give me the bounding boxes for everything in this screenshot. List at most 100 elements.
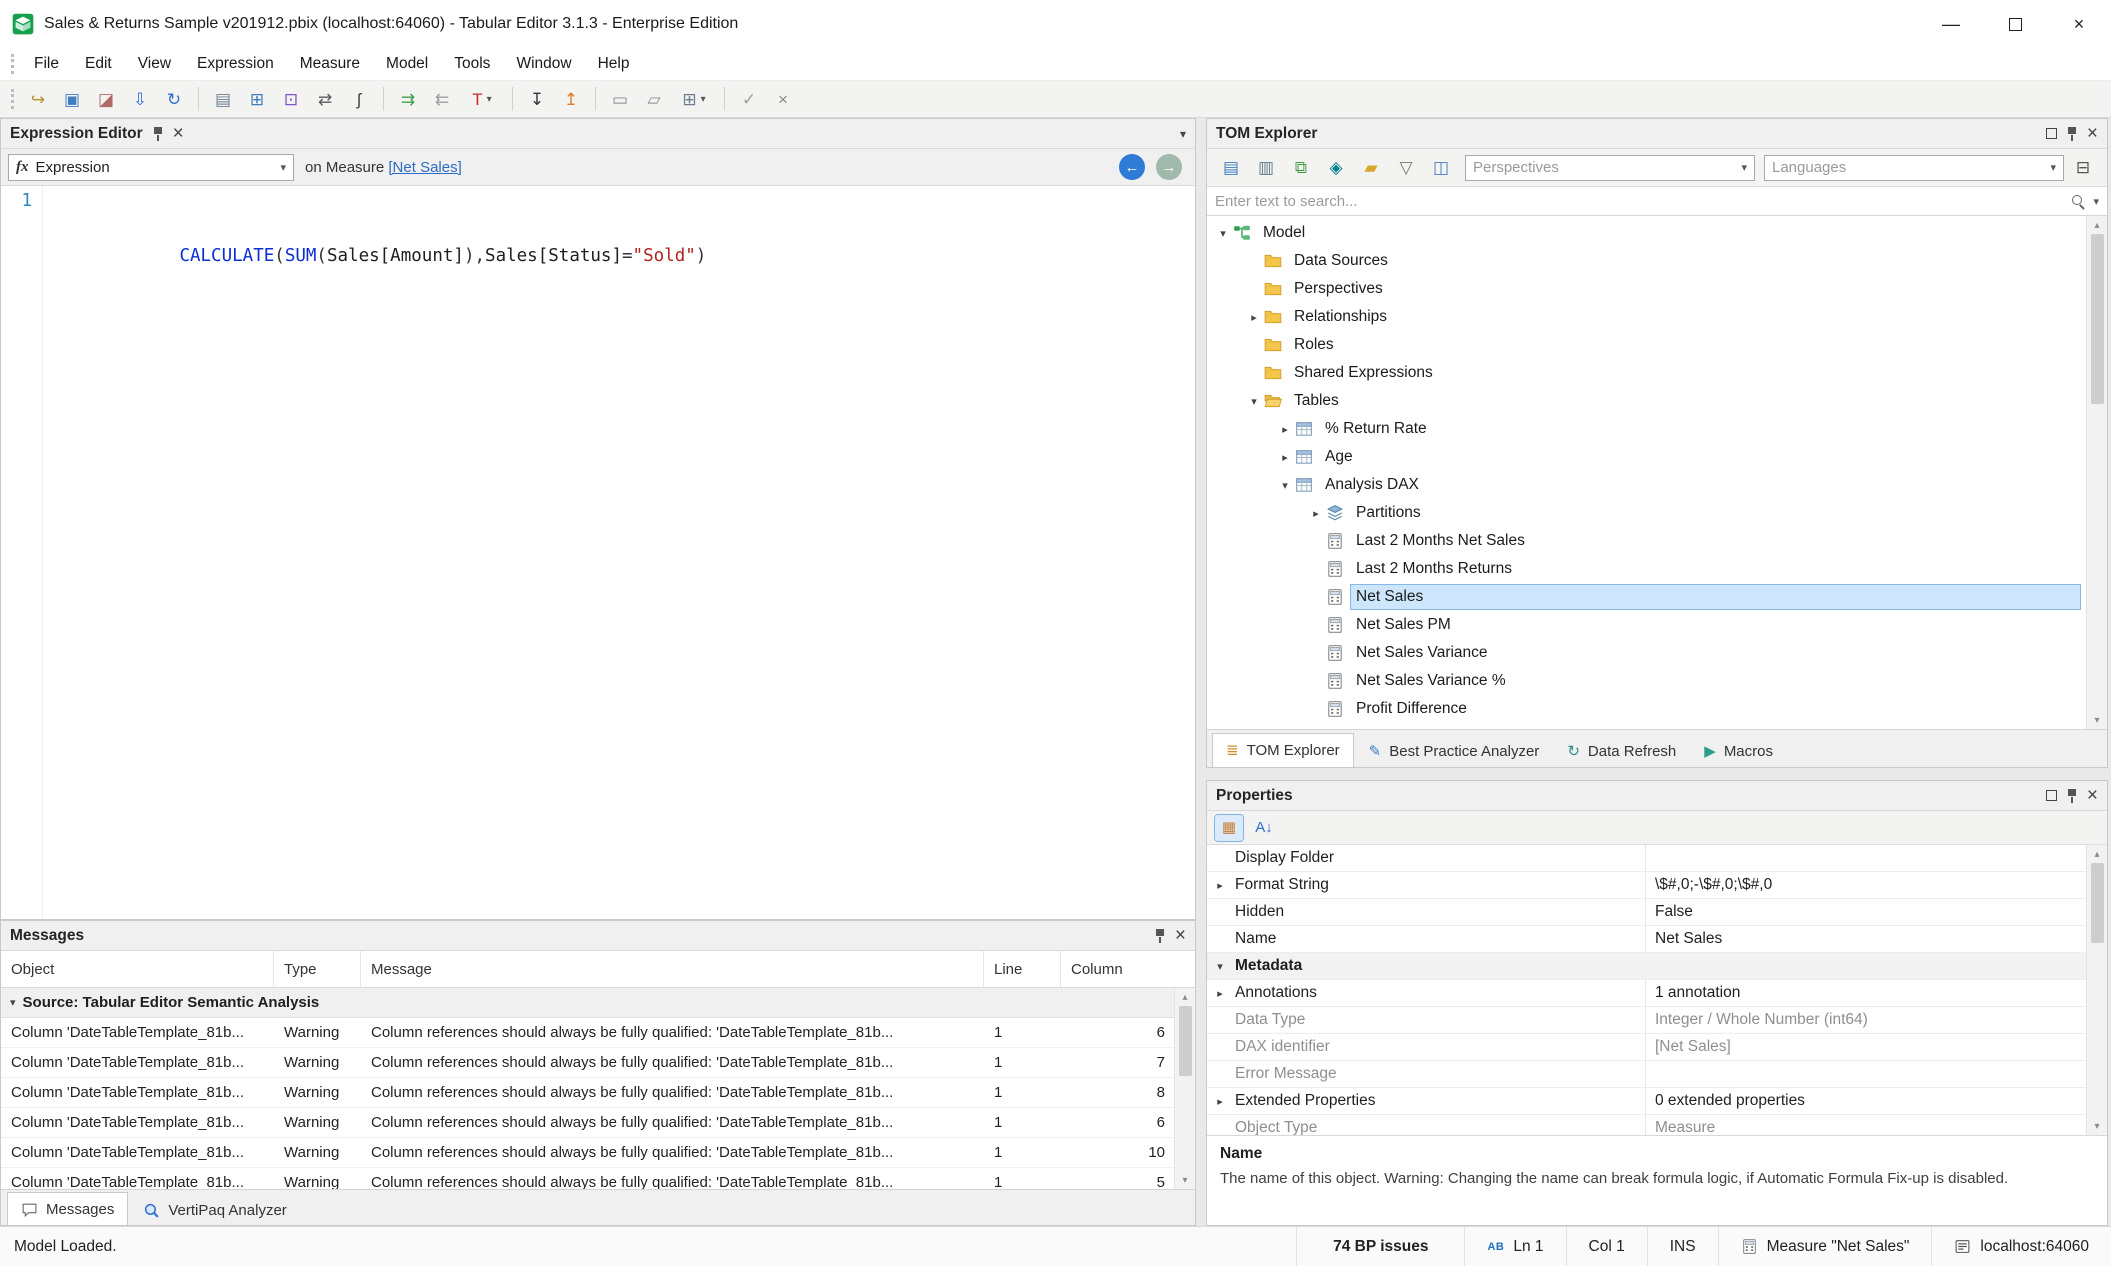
tree-item-model[interactable]: ▾ Model — [1207, 219, 2107, 247]
perspectives-combo[interactable]: Perspectives ▾ — [1465, 155, 1755, 181]
close-button[interactable]: × — [2047, 0, 2111, 48]
message-row[interactable]: Column 'DateTableTemplate_81b... Warning… — [1, 1168, 1195, 1189]
tree-expander-icon[interactable]: ▸ — [1306, 507, 1326, 520]
pin-icon[interactable] — [2066, 788, 2078, 803]
property-value[interactable] — [1646, 953, 2107, 979]
menu-item-model[interactable]: Model — [373, 48, 441, 80]
export-properties-icon[interactable]: ↥ — [555, 84, 587, 114]
dax-code-editor[interactable]: 1 CALCULATE(SUM(Sales[Amount]),Sales[Sta… — [1, 186, 1195, 919]
tree-expander-icon[interactable]: ▸ — [1275, 423, 1295, 436]
property-row[interactable]: Display Folder — [1207, 845, 2107, 872]
column-header-type[interactable]: Type — [274, 951, 361, 987]
script-view-icon[interactable]: ▥ — [1250, 154, 1282, 182]
navigate-forward-button[interactable]: → — [1156, 154, 1182, 180]
scroll-down-icon[interactable]: ▾ — [2094, 1117, 2099, 1135]
property-row[interactable]: Object Type Measure — [1207, 1115, 2107, 1136]
tree-item-return-rate[interactable]: ▸ % Return Rate — [1207, 415, 2107, 443]
message-row[interactable]: Column 'DateTableTemplate_81b... Warning… — [1, 1138, 1195, 1168]
tree-item-tables[interactable]: ▾ Tables — [1207, 387, 2107, 415]
scrollbar-thumb[interactable] — [2091, 863, 2104, 943]
columns-view-icon[interactable]: ◫ — [1425, 154, 1457, 182]
filter-icon[interactable]: ▽ — [1390, 154, 1422, 182]
clear-cache-icon[interactable]: ◪ — [90, 84, 122, 114]
tree-item-net-sales-variance-pct[interactable]: Net Sales Variance % — [1207, 667, 2107, 695]
property-row[interactable]: ▸ Annotations 1 annotation — [1207, 980, 2107, 1007]
property-row[interactable]: ▸ Format String \$#,0;-\$#,0;\$#,0 — [1207, 872, 2107, 899]
scroll-down-icon[interactable]: ▾ — [1182, 1171, 1187, 1189]
properties-scrollbar[interactable]: ▴ ▾ — [2086, 845, 2107, 1135]
categorized-icon[interactable]: ▦ — [1215, 815, 1243, 841]
object-browser-icon[interactable]: ⊟ — [2067, 154, 2099, 182]
property-row[interactable]: Hidden False — [1207, 899, 2107, 926]
measures-view-icon[interactable]: ▤ — [1215, 154, 1247, 182]
tree-item-net-sales-pm[interactable]: Net Sales PM — [1207, 611, 2107, 639]
message-row[interactable]: Column 'DateTableTemplate_81b... Warning… — [1, 1048, 1195, 1078]
tree-item-net-sales-variance[interactable]: Net Sales Variance — [1207, 639, 2107, 667]
tree-expander-icon[interactable]: ▾ — [1244, 395, 1264, 408]
bp-issues-badge[interactable]: 74 BP issues — [1296, 1227, 1464, 1266]
tab-messages[interactable]: Messages — [7, 1192, 128, 1225]
tree-item-last-2-months-returns[interactable]: Last 2 Months Returns — [1207, 555, 2107, 583]
open-file-icon[interactable]: ↪ — [22, 84, 54, 114]
column-header-message[interactable]: Message — [361, 951, 984, 987]
expand-chevron-icon[interactable]: ▸ — [1217, 879, 1223, 892]
message-group-row[interactable]: ▾ Source: Tabular Editor Semantic Analys… — [1, 988, 1195, 1018]
tab-macros[interactable]: ▶ Macros — [1691, 736, 1786, 767]
maximize-button[interactable] — [1983, 0, 2047, 48]
expand-chevron-icon[interactable]: ▸ — [1217, 1095, 1223, 1108]
search-icon[interactable] — [2072, 195, 2085, 208]
refresh-icon[interactable]: ↻ — [158, 84, 190, 114]
indent-icon[interactable]: ⇉ — [392, 84, 424, 114]
tree-item-partitions[interactable]: ▸ Partitions — [1207, 499, 2107, 527]
scroll-up-icon[interactable]: ▴ — [1182, 988, 1187, 1006]
property-row[interactable]: Name Net Sales — [1207, 926, 2107, 953]
pin-icon[interactable] — [2066, 126, 2078, 141]
screenshot-icon[interactable]: ▭ — [604, 84, 636, 114]
tree-scrollbar[interactable]: ▴ ▾ — [2086, 216, 2107, 729]
tab-vertipaq-analyzer[interactable]: VertiPaq Analyzer — [130, 1195, 299, 1225]
menu-item-help[interactable]: Help — [585, 48, 643, 80]
property-row[interactable]: ▾ Metadata — [1207, 953, 2107, 980]
scrollbar-thumb[interactable] — [2091, 234, 2104, 404]
close-panel-icon[interactable]: × — [2087, 786, 2098, 805]
scroll-up-icon[interactable]: ▴ — [2094, 216, 2099, 234]
diagram-view-icon[interactable]: ◈ — [1320, 154, 1352, 182]
expand-chevron-icon[interactable]: ▾ — [1217, 960, 1223, 973]
tree-item-age[interactable]: ▸ Age — [1207, 443, 2107, 471]
layout-icon[interactable]: ⊞ — [672, 84, 716, 114]
property-value[interactable]: Net Sales — [1646, 926, 2107, 952]
property-value[interactable]: False — [1646, 899, 2107, 925]
tree-expander-icon[interactable]: ▾ — [1275, 479, 1295, 492]
menu-item-expression[interactable]: Expression — [184, 48, 287, 80]
property-value[interactable] — [1646, 845, 2107, 871]
tree-item-last-2-months-net-sales[interactable]: Last 2 Months Net Sales — [1207, 527, 2107, 555]
minimize-button[interactable]: — — [1919, 0, 1983, 48]
property-value[interactable]: [Net Sales] — [1646, 1034, 2107, 1060]
column-header-column[interactable]: Column — [1061, 951, 1195, 987]
tab-data-refresh[interactable]: ↻ Data Refresh — [1554, 736, 1689, 767]
property-row[interactable]: Error Message — [1207, 1061, 2107, 1088]
pivot-grid-icon[interactable]: ⊡ — [275, 84, 307, 114]
deploy-model-icon[interactable]: ▣ — [56, 84, 88, 114]
apply-icon[interactable]: ✓ — [733, 84, 765, 114]
property-row[interactable]: Data Type Integer / Whole Number (int64) — [1207, 1007, 2107, 1034]
format-dax-icon[interactable]: ʃ — [343, 84, 375, 114]
new-script-icon[interactable]: ▤ — [207, 84, 239, 114]
property-value[interactable]: 1 annotation — [1646, 980, 2107, 1006]
hierarchy-view-icon[interactable]: ⧉ — [1285, 154, 1317, 182]
property-row[interactable]: DAX identifier [Net Sales] — [1207, 1034, 2107, 1061]
tree-item-net-sales[interactable]: Net Sales — [1207, 583, 2107, 611]
menu-item-measure[interactable]: Measure — [287, 48, 373, 80]
property-value[interactable] — [1646, 1061, 2107, 1087]
tree-expander-icon[interactable]: ▸ — [1244, 311, 1264, 324]
horizontal-splitter[interactable] — [1206, 768, 2108, 780]
property-value[interactable]: 0 extended properties — [1646, 1088, 2107, 1114]
scroll-down-icon[interactable]: ▾ — [2094, 711, 2099, 729]
table-preview-icon[interactable]: ⊞ — [241, 84, 273, 114]
tree-item-roles[interactable]: Roles — [1207, 331, 2107, 359]
tab-tom-explorer[interactable]: ≣ TOM Explorer — [1212, 733, 1354, 767]
column-header-line[interactable]: Line — [984, 951, 1061, 987]
save-icon[interactable]: ⇩ — [124, 84, 156, 114]
import-properties-icon[interactable]: ↧ — [521, 84, 553, 114]
vertical-splitter[interactable] — [1196, 118, 1206, 1226]
